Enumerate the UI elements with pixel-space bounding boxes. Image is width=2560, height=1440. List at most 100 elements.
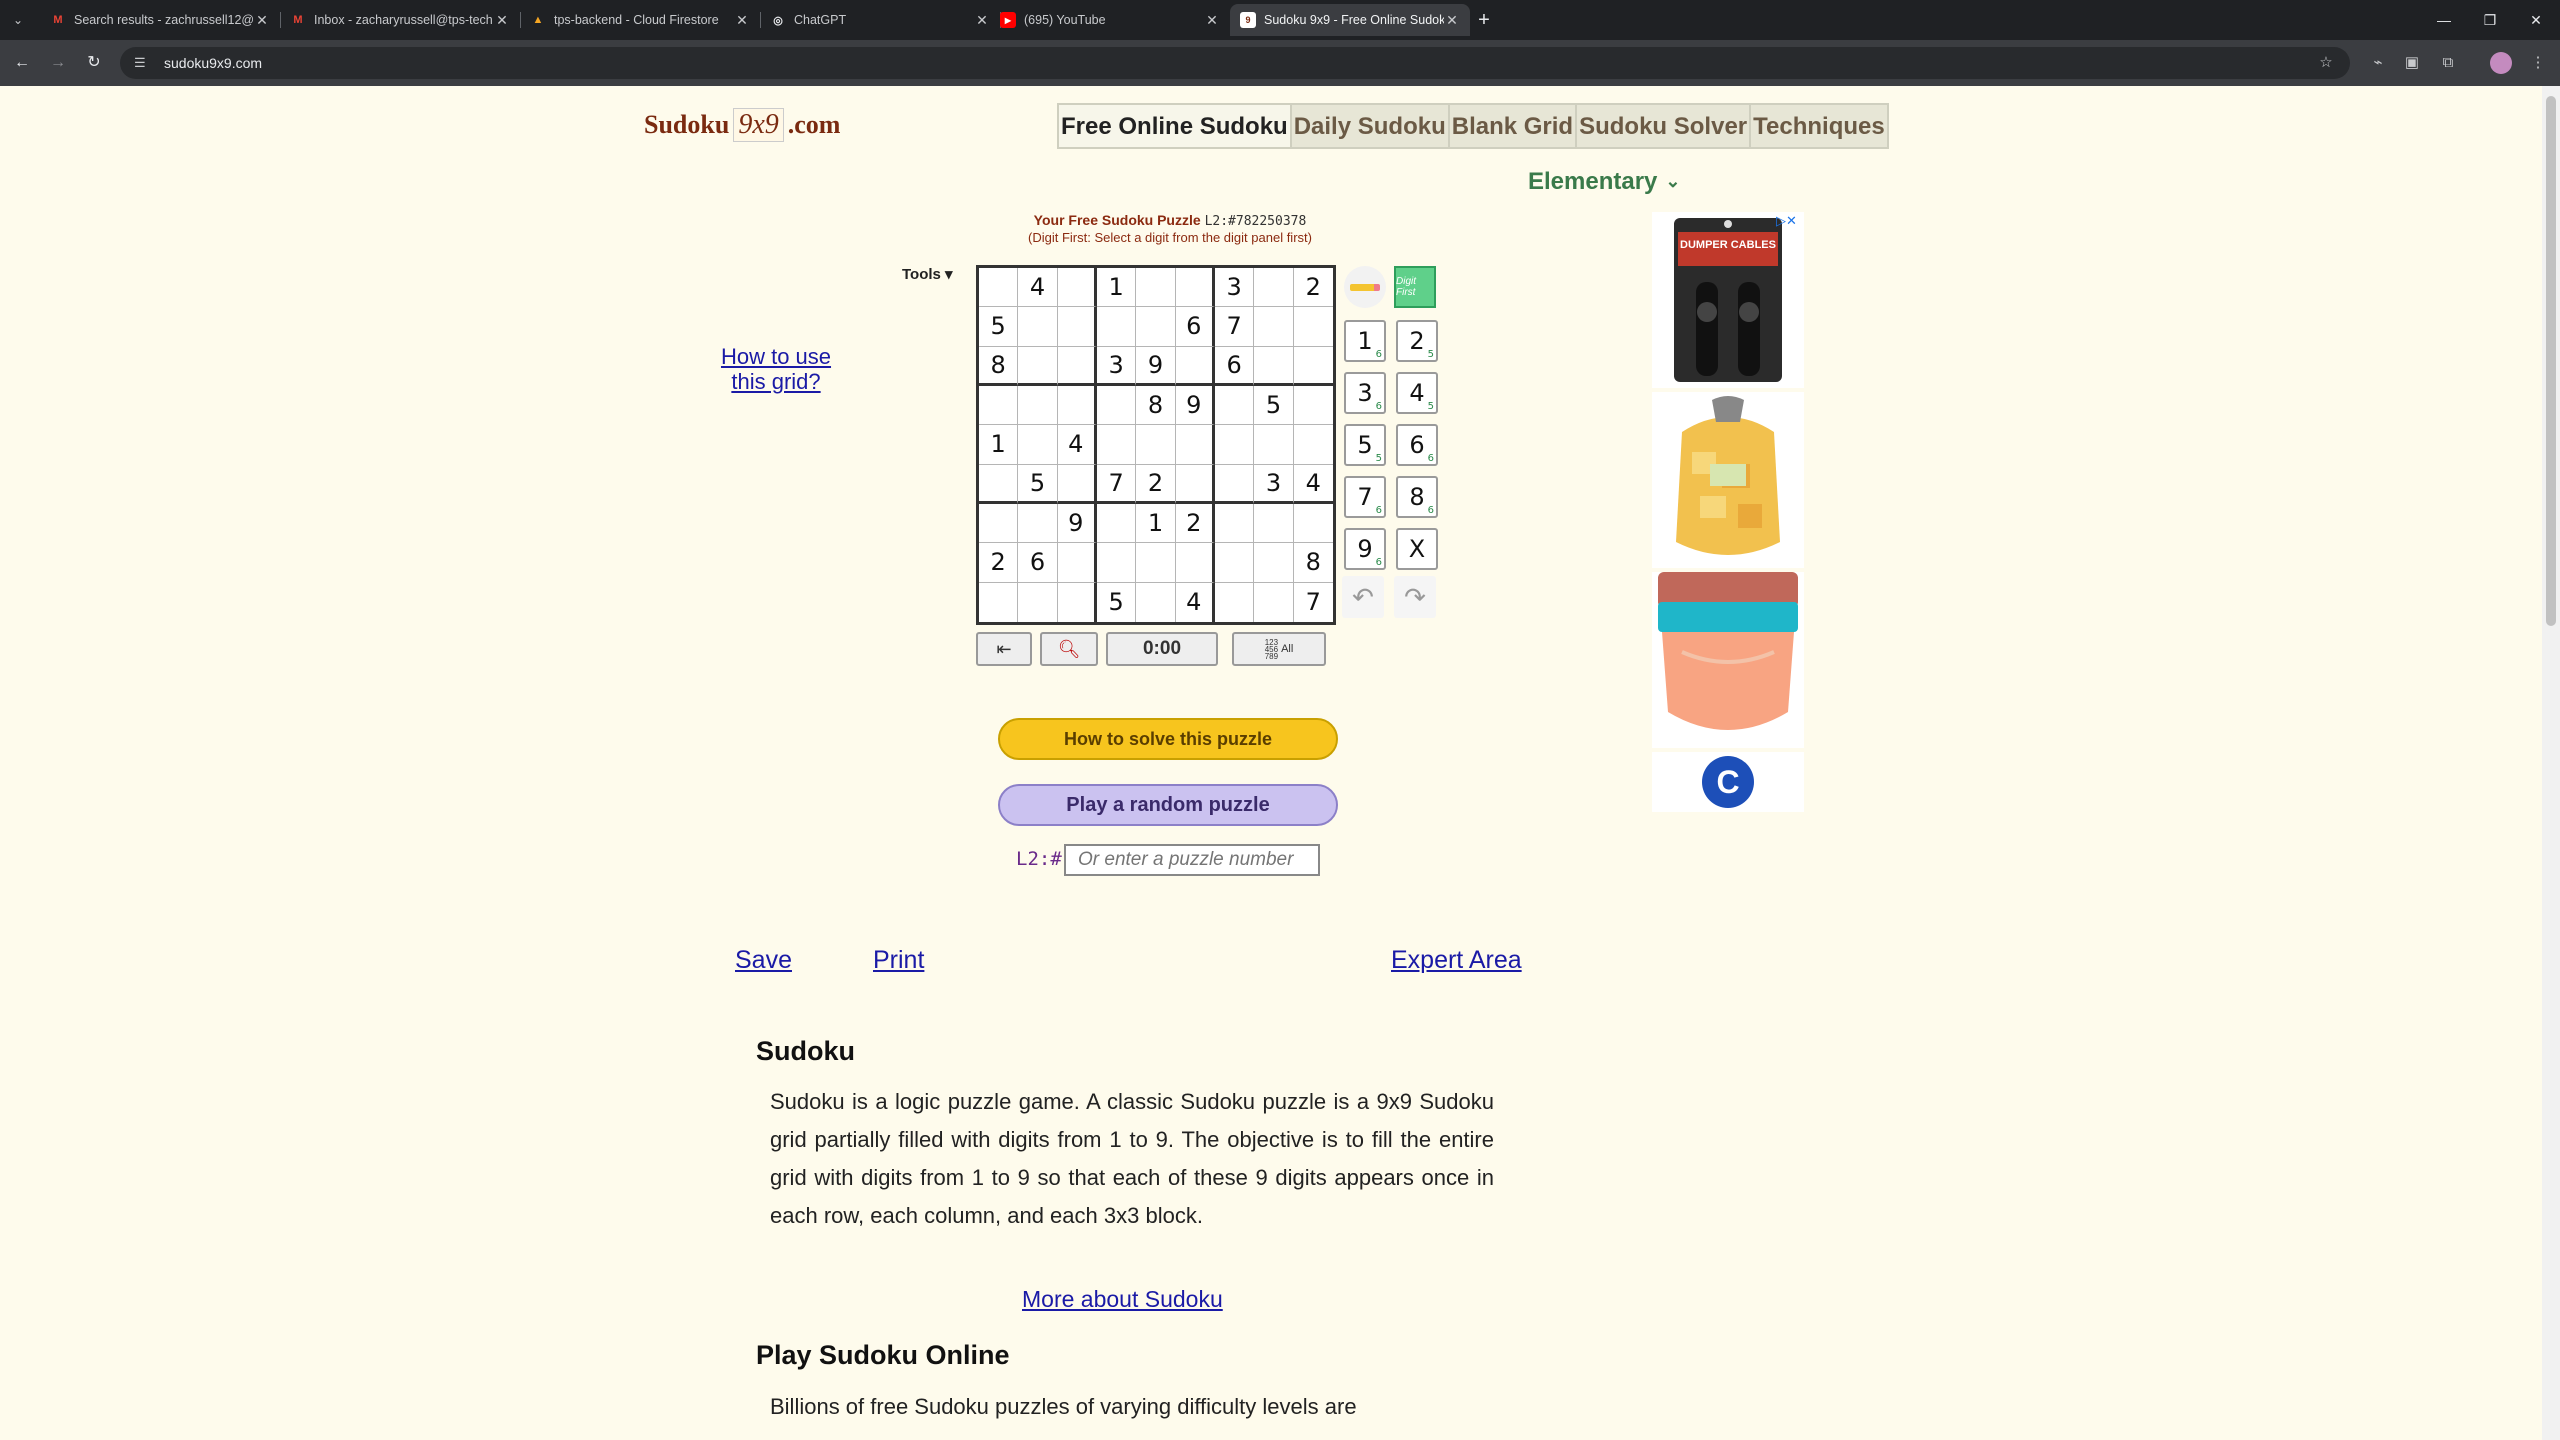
close-tab-icon[interactable]: ✕ bbox=[494, 12, 510, 29]
grid-cell[interactable] bbox=[1175, 268, 1215, 308]
redo-icon[interactable]: ↷ bbox=[1394, 576, 1436, 618]
digit-button-3[interactable]: 36 bbox=[1344, 372, 1386, 414]
print-link[interactable]: Print bbox=[873, 946, 924, 975]
digit-button-8[interactable]: 86 bbox=[1396, 476, 1438, 518]
grid-cell[interactable]: 5 bbox=[979, 307, 1019, 347]
nav-sudoku-solver[interactable]: Sudoku Solver bbox=[1577, 105, 1752, 147]
grid-cell[interactable]: 1 bbox=[1096, 268, 1137, 308]
grid-cell[interactable] bbox=[1214, 503, 1255, 544]
grid-cell[interactable] bbox=[1293, 347, 1333, 386]
undo-icon[interactable]: ↶ bbox=[1342, 576, 1384, 618]
digit-button-2[interactable]: 25 bbox=[1396, 320, 1438, 362]
close-tab-icon[interactable]: ✕ bbox=[254, 12, 270, 29]
grid-cell[interactable] bbox=[1136, 582, 1176, 622]
grid-cell[interactable] bbox=[1175, 346, 1215, 386]
grid-cell[interactable] bbox=[1293, 504, 1333, 544]
grid-cell[interactable] bbox=[1175, 543, 1215, 583]
grid-cell[interactable]: 5 bbox=[1018, 464, 1058, 504]
grid-cell[interactable] bbox=[1018, 385, 1058, 426]
timer[interactable]: 0:00 bbox=[1106, 632, 1218, 666]
grid-cell[interactable] bbox=[1136, 543, 1176, 583]
close-tab-icon[interactable]: ✕ bbox=[1444, 12, 1460, 29]
digit-button-6[interactable]: 66 bbox=[1396, 424, 1438, 466]
grid-cell[interactable]: 7 bbox=[1294, 583, 1333, 622]
grid-cell[interactable]: 6 bbox=[1214, 346, 1255, 386]
browser-tab-active[interactable]: 9 Sudoku 9x9 - Free Online Sudoku ✕ bbox=[1230, 4, 1470, 36]
grid-cell[interactable]: 2 bbox=[1293, 268, 1333, 308]
grid-cell[interactable]: 7 bbox=[1214, 307, 1255, 347]
grid-cell[interactable] bbox=[1096, 503, 1137, 544]
grid-cell[interactable]: 5 bbox=[1097, 582, 1137, 622]
address-bar[interactable]: ☰ sudoku9x9.com bbox=[120, 47, 2350, 79]
grid-cell[interactable] bbox=[979, 268, 1019, 308]
grid-cell[interactable]: 6 bbox=[1018, 543, 1058, 583]
tools-menu[interactable]: Tools ▾ bbox=[902, 265, 953, 283]
grid-cell[interactable] bbox=[1175, 464, 1215, 504]
grid-cell[interactable] bbox=[1175, 425, 1215, 465]
browser-tab[interactable]: M Inbox - zacharyrussell@tps-tech ✕ bbox=[280, 4, 520, 36]
nav-techniques[interactable]: Techniques bbox=[1751, 105, 1887, 147]
how-to-solve-button[interactable]: How to solve this puzzle bbox=[998, 718, 1338, 760]
restore-icon[interactable]: ❐ bbox=[2472, 6, 2508, 34]
grid-cell[interactable] bbox=[1254, 543, 1294, 583]
close-tab-icon[interactable]: ✕ bbox=[1204, 12, 1220, 29]
grid-cell[interactable] bbox=[1018, 503, 1058, 544]
grid-cell[interactable]: 4 bbox=[1018, 268, 1058, 308]
grid-cell[interactable]: 8 bbox=[1136, 385, 1176, 426]
grid-cell[interactable] bbox=[1018, 582, 1058, 622]
grid-cell[interactable] bbox=[1254, 268, 1294, 308]
grid-cell[interactable]: 4 bbox=[1176, 582, 1215, 622]
extension-pin-icon[interactable]: ⌁ bbox=[2366, 51, 2390, 75]
grid-cell[interactable] bbox=[1214, 425, 1255, 465]
grid-cell[interactable] bbox=[1096, 307, 1137, 347]
grid-cell[interactable] bbox=[1018, 425, 1058, 465]
nav-free-online-sudoku[interactable]: Free Online Sudoku bbox=[1059, 105, 1292, 147]
grid-cell[interactable] bbox=[979, 464, 1019, 504]
menu-dots-icon[interactable]: ⋮ bbox=[2526, 51, 2550, 75]
minimize-icon[interactable]: — bbox=[2426, 6, 2462, 34]
more-about-sudoku-link[interactable]: More about Sudoku bbox=[1022, 1286, 1223, 1313]
grid-cell[interactable] bbox=[1057, 346, 1097, 386]
close-tab-icon[interactable]: ✕ bbox=[974, 12, 990, 29]
grid-cell[interactable]: 1 bbox=[1136, 503, 1176, 544]
grid-cell[interactable] bbox=[979, 582, 1019, 622]
browser-tab[interactable]: M Search results - zachrussell12@ ✕ bbox=[40, 4, 280, 36]
tab-list-chevron-icon[interactable]: ⌄ bbox=[8, 10, 28, 30]
forward-arrow-icon[interactable]: → bbox=[46, 51, 70, 75]
grid-cell[interactable]: 9 bbox=[1057, 503, 1097, 544]
ad-brand-logo[interactable]: C bbox=[1652, 752, 1804, 812]
grid-cell[interactable]: 3 bbox=[1254, 464, 1294, 504]
back-arrow-icon[interactable]: ← bbox=[10, 51, 34, 75]
grid-cell[interactable]: 8 bbox=[979, 346, 1019, 386]
grid-cell[interactable]: 5 bbox=[1254, 385, 1294, 426]
ad-product-diapers[interactable] bbox=[1652, 572, 1804, 748]
grid-cell[interactable] bbox=[979, 385, 1019, 426]
close-window-icon[interactable]: ✕ bbox=[2518, 6, 2554, 34]
grid-cell[interactable]: 3 bbox=[1096, 346, 1137, 386]
grid-cell[interactable]: 7 bbox=[1096, 464, 1137, 504]
close-tab-icon[interactable]: ✕ bbox=[734, 12, 750, 29]
browser-tab[interactable]: ◎ ChatGPT ✕ bbox=[760, 4, 1000, 36]
hint-button[interactable]: 🔍︎ bbox=[1040, 632, 1098, 666]
grid-cell[interactable] bbox=[1057, 307, 1097, 347]
grid-cell[interactable] bbox=[1018, 307, 1058, 347]
digit-button-1[interactable]: 16 bbox=[1344, 320, 1386, 362]
grid-cell[interactable] bbox=[1057, 385, 1097, 426]
ad-choices-icon[interactable]: ▷✕ bbox=[1776, 213, 1797, 229]
grid-cell[interactable] bbox=[1057, 268, 1097, 308]
scrollbar-thumb[interactable] bbox=[2546, 96, 2556, 626]
grid-cell[interactable] bbox=[1214, 385, 1255, 426]
digit-first-toggle[interactable]: Digit First bbox=[1394, 266, 1436, 308]
digit-button-7[interactable]: 76 bbox=[1344, 476, 1386, 518]
grid-cell[interactable] bbox=[1096, 425, 1137, 465]
ad-panel[interactable]: DUMPER CABLES C bbox=[1650, 212, 1806, 812]
ad-product-cheese[interactable] bbox=[1652, 392, 1804, 568]
new-tab-plus-icon[interactable]: + bbox=[1472, 8, 1496, 32]
grid-cell[interactable] bbox=[1293, 386, 1333, 426]
grid-cell[interactable] bbox=[1254, 582, 1294, 622]
grid-cell[interactable] bbox=[1136, 307, 1176, 347]
candidates-all-button[interactable]: 123 456 789 All bbox=[1232, 632, 1326, 666]
grid-cell[interactable] bbox=[1254, 346, 1294, 386]
save-link[interactable]: Save bbox=[735, 946, 792, 975]
grid-cell[interactable] bbox=[1214, 464, 1255, 504]
